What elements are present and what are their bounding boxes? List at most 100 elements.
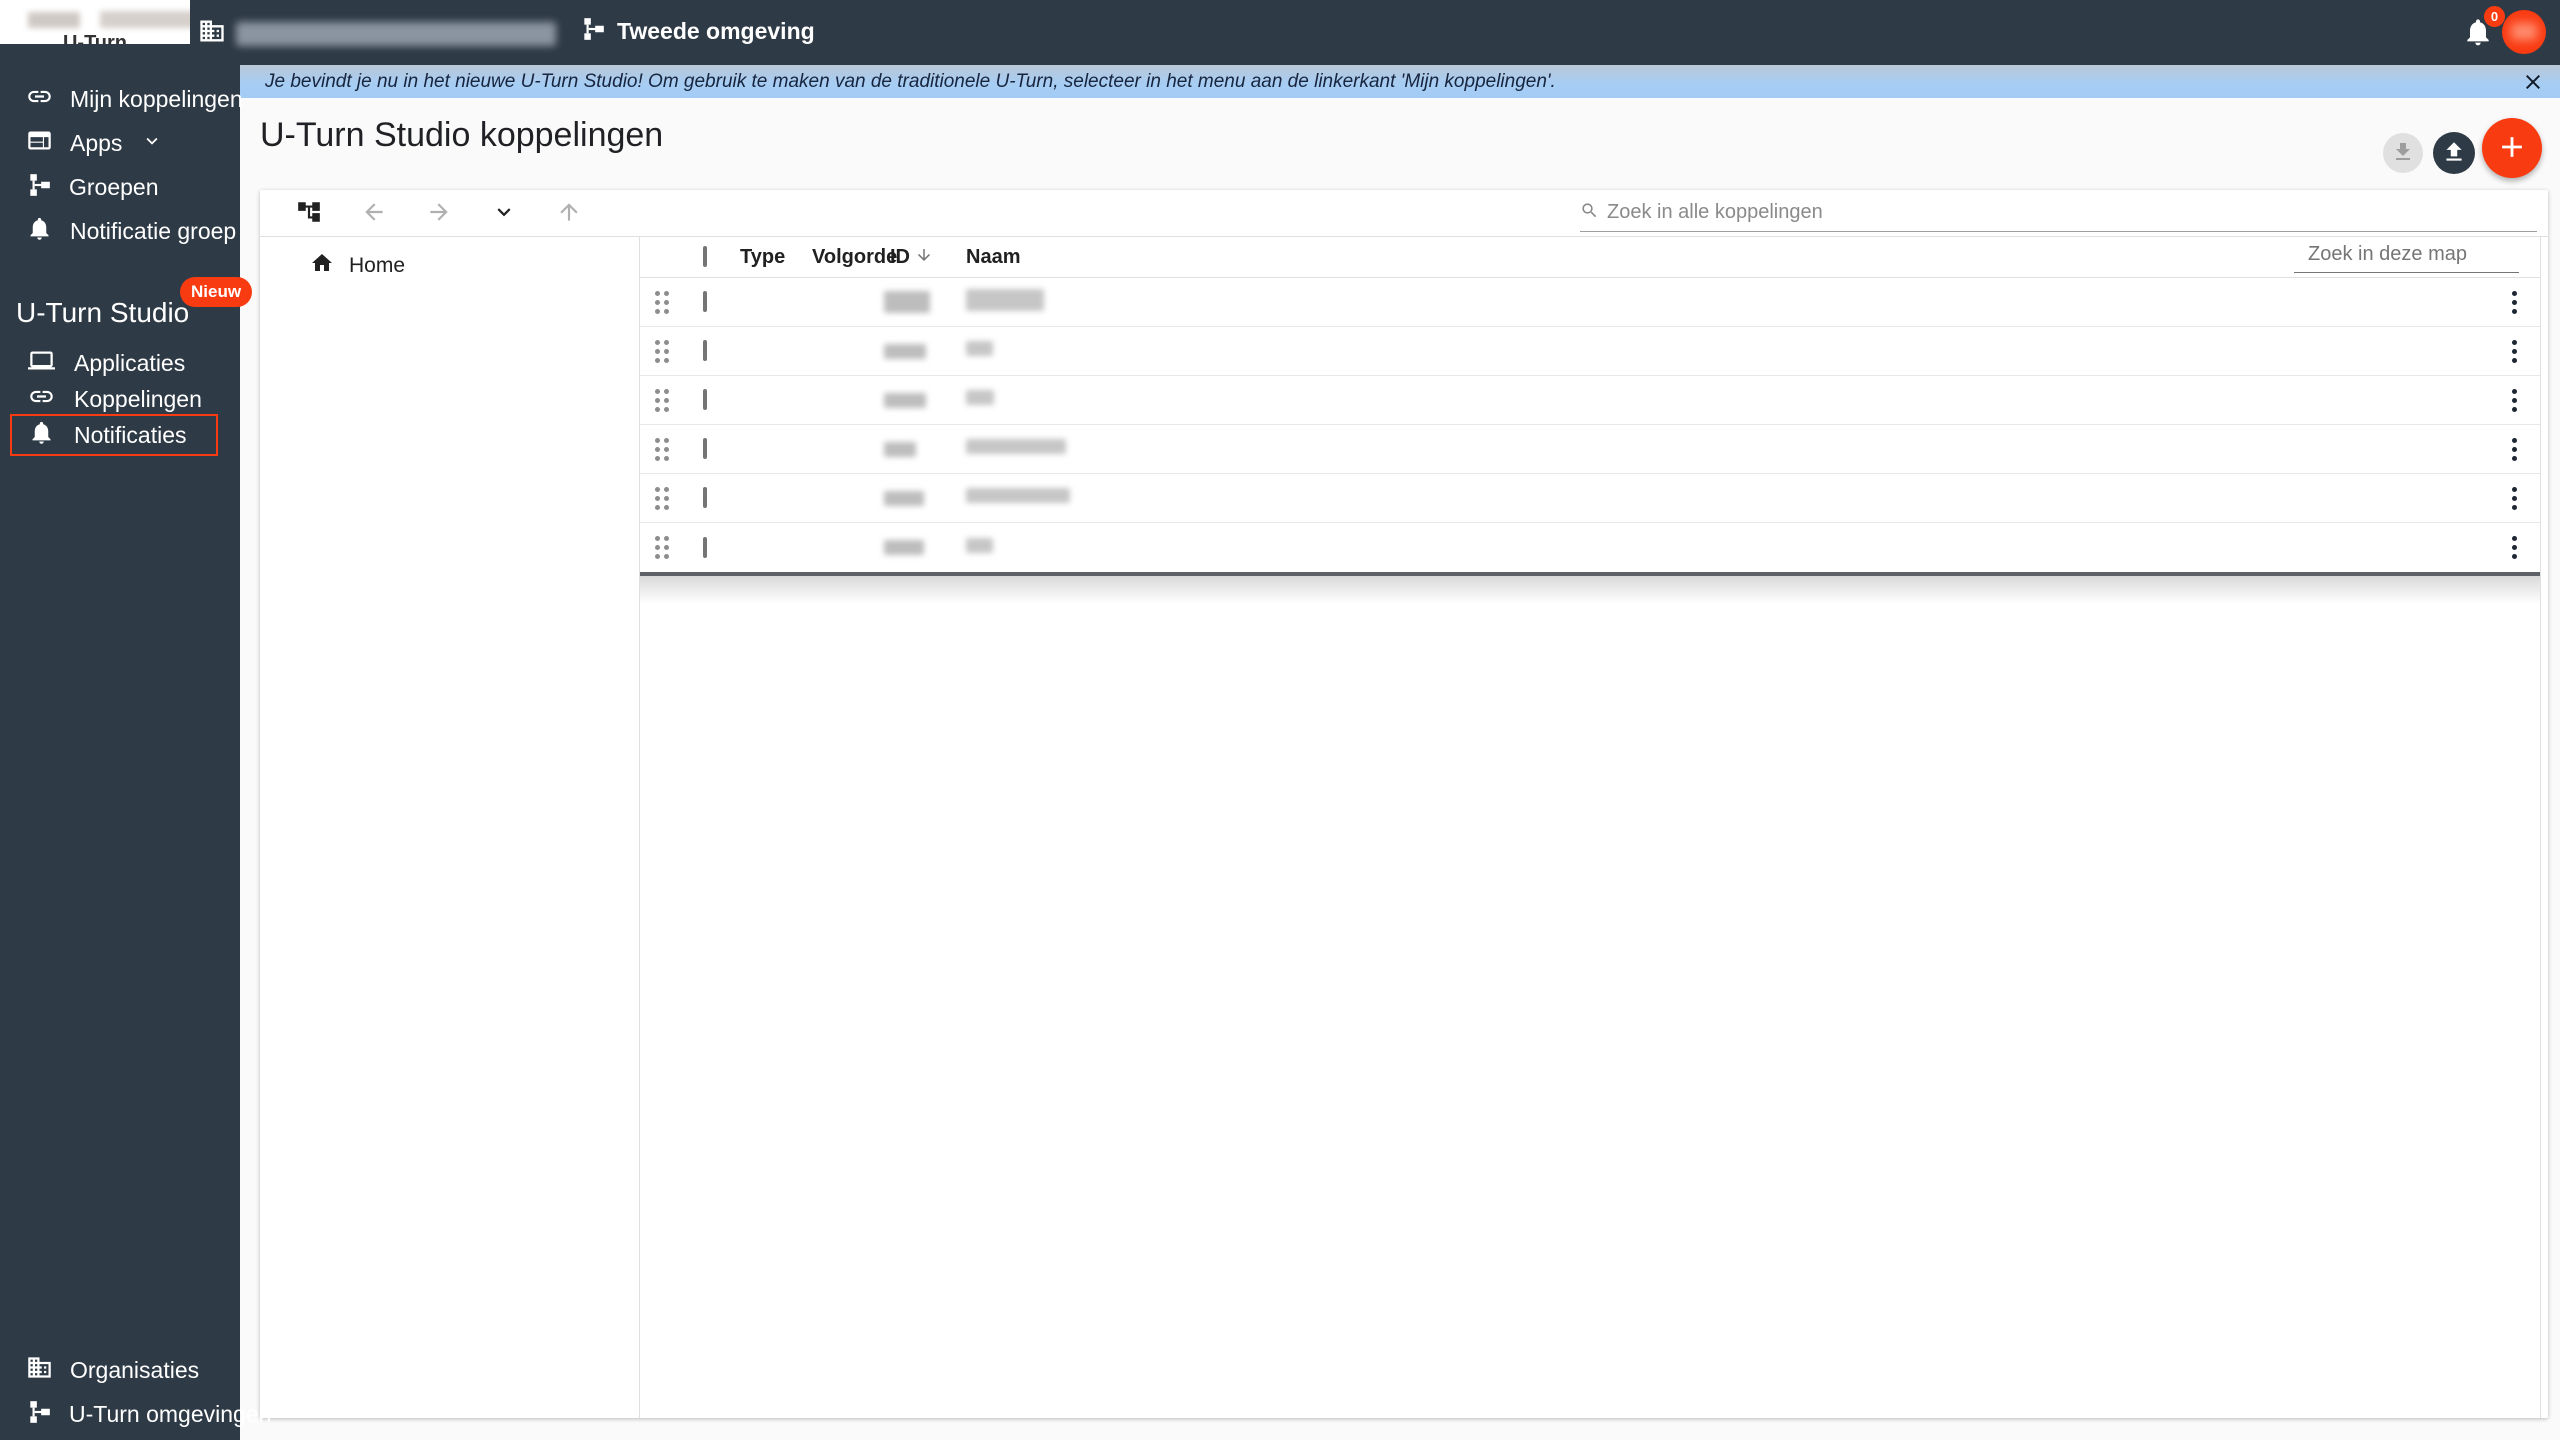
sidebar-item-uturn-omgevingen[interactable]: U-Turn omgevingen (0, 1392, 271, 1436)
drag-handle-icon[interactable] (655, 339, 669, 363)
row-drag-cell (640, 290, 684, 314)
koppelingen-card: Home Type Volgorde (260, 190, 2548, 1418)
row-menu-button[interactable] (2511, 437, 2517, 461)
row-menu-cell (2488, 290, 2540, 314)
sidebar: Mijn koppelingen Apps Groepen Notificati… (0, 65, 271, 1440)
drag-handle-icon[interactable] (655, 388, 669, 412)
sidebar-item-label: Apps (70, 129, 123, 156)
row-naam-redacted (966, 439, 1066, 454)
avatar-redacted-blob (2511, 23, 2537, 40)
row-menu-button[interactable] (2511, 339, 2517, 363)
link-icon (28, 383, 55, 415)
row-drag-cell (640, 388, 684, 412)
table-rows (640, 278, 2540, 572)
row-naam-redacted (966, 390, 994, 405)
row-checkbox[interactable] (703, 536, 707, 558)
row-select-cell (684, 536, 740, 558)
topbar: U-Turn Tweede omgeving 0 (0, 0, 2560, 65)
download-button[interactable] (2383, 133, 2423, 173)
row-checkbox[interactable] (703, 487, 707, 508)
tree-view-button[interactable] (294, 198, 324, 228)
row-drag-cell (640, 339, 684, 363)
table-row (640, 425, 2540, 474)
bell-icon (26, 215, 53, 247)
folder-search-input[interactable] (2294, 239, 2519, 272)
sidebar-item-organisaties[interactable]: Organisaties (0, 1348, 240, 1392)
table-toolbar (260, 190, 2548, 237)
column-header-volgorde[interactable]: Volgorde (812, 246, 897, 269)
sidebar-item-notificaties[interactable]: Notificaties (0, 414, 240, 456)
row-id-cell (884, 291, 966, 313)
tree-item-home[interactable]: Home (260, 251, 639, 280)
table-row (640, 327, 2540, 376)
row-naam-redacted (966, 288, 1044, 311)
select-all-checkbox[interactable] (703, 246, 707, 267)
sidebar-item-koppelingen[interactable]: Koppelingen (0, 381, 240, 417)
row-checkbox[interactable] (703, 438, 707, 459)
app-logo[interactable]: U-Turn (0, 0, 190, 44)
sidebar-item-notificatie-groep[interactable]: Notificatie groep (0, 209, 240, 253)
row-select-cell (684, 487, 740, 508)
navigate-forward-button[interactable] (424, 198, 454, 228)
row-naam-cell (966, 488, 2488, 508)
organization-context[interactable] (198, 17, 556, 50)
search-all-input[interactable] (1607, 201, 2487, 224)
sidebar-item-groepen[interactable]: Groepen (0, 165, 240, 209)
chevron-down-icon (491, 199, 517, 228)
search-icon (1580, 201, 1599, 225)
expand-button[interactable] (489, 198, 519, 228)
drag-handle-icon[interactable] (655, 290, 669, 314)
row-select-cell (684, 291, 740, 312)
row-naam-cell (966, 537, 2488, 558)
add-koppeling-button[interactable] (2482, 118, 2542, 178)
drag-handle-icon[interactable] (655, 437, 669, 461)
close-icon (2521, 75, 2545, 97)
environment-label: Tweede omgeving (617, 18, 815, 44)
laptop-icon (28, 347, 55, 379)
tree-structure-icon (296, 199, 322, 228)
row-checkbox[interactable] (703, 291, 707, 312)
sidebar-item-label: Koppelingen (74, 385, 202, 412)
column-label: ID (890, 245, 910, 268)
row-naam-cell (966, 288, 2488, 316)
hierarchy-icon (26, 1399, 52, 1430)
row-drag-cell (640, 536, 684, 559)
row-naam-cell (966, 439, 2488, 459)
column-label: Volgorde (812, 245, 898, 268)
logo-caption: U-Turn (62, 32, 128, 44)
sidebar-item-label: Mijn koppelingen (70, 85, 243, 112)
row-checkbox[interactable] (703, 340, 707, 361)
table-row (640, 376, 2540, 425)
row-menu-button[interactable] (2511, 290, 2517, 314)
row-menu-cell (2488, 536, 2540, 559)
bell-icon (2462, 19, 2494, 52)
row-menu-button[interactable] (2511, 388, 2517, 412)
sidebar-item-label: U-Turn omgevingen (69, 1400, 272, 1427)
row-id-redacted (884, 490, 924, 506)
row-checkbox[interactable] (703, 389, 707, 410)
row-id-cell (884, 540, 966, 555)
row-menu-cell (2488, 388, 2540, 412)
column-header-type[interactable]: Type (740, 246, 812, 269)
row-id-cell (884, 441, 966, 457)
info-banner: Je bevindt je nu in het nieuwe U-Turn St… (240, 65, 2560, 98)
row-menu-button[interactable] (2511, 486, 2517, 510)
navigate-back-button[interactable] (359, 198, 389, 228)
move-up-button[interactable] (554, 198, 584, 228)
row-naam-redacted (966, 537, 993, 553)
column-header-id[interactable]: ID (890, 246, 966, 269)
studio-section-header: U-Turn Studio Nieuw (0, 277, 253, 335)
upload-button[interactable] (2433, 132, 2475, 174)
row-select-cell (684, 438, 740, 459)
apps-icon (26, 127, 53, 159)
banner-close-button[interactable] (2521, 70, 2545, 94)
sidebar-item-applicaties[interactable]: Applicaties (0, 345, 240, 381)
table-row (640, 278, 2540, 327)
sidebar-item-apps[interactable]: Apps (0, 121, 240, 165)
drag-handle-icon[interactable] (655, 536, 669, 559)
user-avatar[interactable] (2502, 10, 2546, 54)
drag-handle-icon[interactable] (655, 486, 669, 510)
sidebar-item-mijn-koppelingen[interactable]: Mijn koppelingen (0, 77, 243, 121)
environment-switcher[interactable]: Tweede omgeving (580, 16, 815, 47)
row-menu-button[interactable] (2511, 536, 2517, 559)
